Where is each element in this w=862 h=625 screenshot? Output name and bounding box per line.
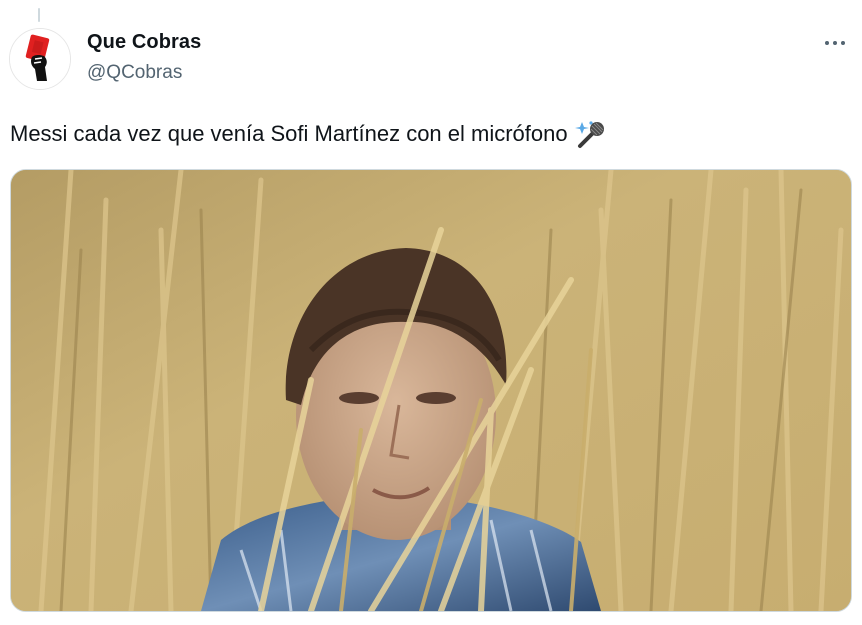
- avatar[interactable]: [9, 28, 71, 90]
- hand-holding-red-card-icon: [10, 29, 70, 89]
- tweet-text: Messi cada vez que venía Sofi Martínez c…: [10, 118, 608, 150]
- tweet-text-content: Messi cada vez que venía Sofi Martínez c…: [10, 121, 568, 146]
- author-handle[interactable]: @QCobras: [87, 62, 182, 84]
- thread-connector-line: [38, 8, 40, 22]
- more-options-button[interactable]: [818, 30, 852, 56]
- grass-portrait-image: [11, 170, 851, 611]
- microphone-emoji-icon: [574, 118, 608, 150]
- more-options-icon: [825, 41, 845, 45]
- author-display-name[interactable]: Que Cobras: [87, 31, 201, 54]
- tweet-media-image[interactable]: [10, 169, 852, 612]
